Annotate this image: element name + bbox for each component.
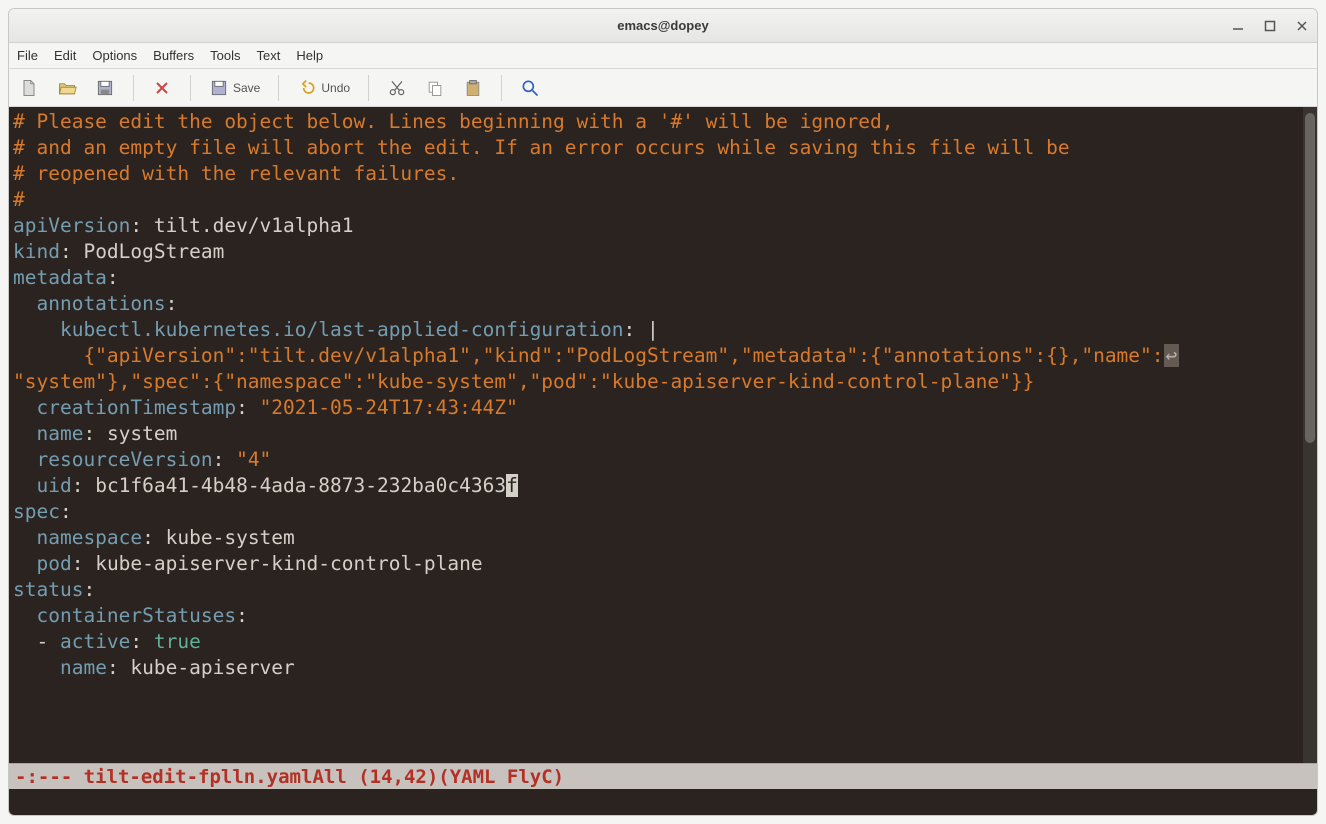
save-button[interactable]: Save: [209, 78, 260, 98]
yaml-pipe: |: [647, 318, 659, 341]
yaml-value: kube-apiserver-kind-control-plane: [95, 552, 482, 575]
yaml-key: apiVersion: [13, 214, 130, 237]
new-file-button[interactable]: [19, 78, 39, 98]
minibuffer[interactable]: [9, 789, 1317, 815]
yaml-bool: true: [154, 630, 201, 653]
yaml-key: name: [36, 422, 83, 445]
save-file-icon-button[interactable]: [95, 78, 115, 98]
menu-help[interactable]: Help: [296, 48, 323, 63]
editor-buffer[interactable]: # Please edit the object below. Lines be…: [9, 107, 1303, 763]
yaml-key: name: [60, 656, 107, 679]
minimize-icon[interactable]: [1231, 19, 1245, 33]
yaml-value: system: [107, 422, 177, 445]
menu-text[interactable]: Text: [256, 48, 280, 63]
comment-line: # Please edit the object below. Lines be…: [13, 110, 894, 133]
open-file-button[interactable]: [57, 78, 77, 98]
toolbar-separator: [278, 75, 279, 101]
undo-button[interactable]: Undo: [297, 78, 350, 98]
yaml-value: kube-system: [166, 526, 295, 549]
undo-label: Undo: [321, 81, 350, 95]
modeline[interactable]: -:--- tilt-edit-fplln.yaml All (14,42) (…: [9, 763, 1317, 789]
yaml-key: status: [13, 578, 83, 601]
copy-button[interactable]: [425, 78, 445, 98]
cancel-button[interactable]: [152, 78, 172, 98]
menu-file[interactable]: File: [17, 48, 38, 63]
yaml-key: metadata: [13, 266, 107, 289]
yaml-key: creationTimestamp: [36, 396, 236, 419]
modeline-status: -:---: [15, 766, 72, 788]
modeline-mode: (YAML FlyC): [438, 766, 564, 788]
menu-options[interactable]: Options: [92, 48, 137, 63]
toolbar-separator: [501, 75, 502, 101]
menu-edit[interactable]: Edit: [54, 48, 76, 63]
yaml-value: "2021-05-24T17:43:44Z": [260, 396, 518, 419]
yaml-key: uid: [36, 474, 71, 497]
yaml-key: kubectl.kubernetes.io/last-applied-confi…: [60, 318, 624, 341]
search-button[interactable]: [520, 78, 540, 98]
menu-tools[interactable]: Tools: [210, 48, 240, 63]
toolbar-separator: [368, 75, 369, 101]
json-string: "system"},"spec":{"namespace":"kube-syst…: [13, 370, 1034, 393]
titlebar[interactable]: emacs@dopey: [9, 9, 1317, 43]
yaml-key: resourceVersion: [36, 448, 212, 471]
yaml-key: spec: [13, 500, 60, 523]
comment-line: #: [13, 188, 25, 211]
toolbar-separator: [133, 75, 134, 101]
yaml-key: annotations: [36, 292, 165, 315]
editor-area: # Please edit the object below. Lines be…: [9, 107, 1317, 763]
json-string: {"apiVersion":"tilt.dev/v1alpha1","kind"…: [13, 344, 1164, 367]
text-cursor: f: [506, 474, 518, 497]
yaml-key: kind: [13, 240, 60, 263]
modeline-filename: tilt-edit-fplln.yaml: [84, 766, 313, 788]
yaml-key: active: [60, 630, 130, 653]
close-icon[interactable]: [1295, 19, 1309, 33]
window-controls: [1231, 9, 1309, 43]
maximize-icon[interactable]: [1263, 19, 1277, 33]
toolbar: Save Undo: [9, 69, 1317, 107]
comment-line: # and an empty file will abort the edit.…: [13, 136, 1070, 159]
yaml-key: containerStatuses: [36, 604, 236, 627]
toolbar-separator: [190, 75, 191, 101]
yaml-value: bc1f6a41-4b48-4ada-8873-232ba0c4363: [95, 474, 506, 497]
yaml-value: kube-apiserver: [130, 656, 294, 679]
wrap-indicator-icon: ↩: [1164, 344, 1180, 367]
yaml-key: pod: [36, 552, 71, 575]
menu-buffers[interactable]: Buffers: [153, 48, 194, 63]
save-label: Save: [233, 81, 260, 95]
yaml-key: namespace: [36, 526, 142, 549]
yaml-value: "4": [236, 448, 271, 471]
modeline-position: All (14,42): [312, 766, 438, 788]
emacs-window: emacs@dopey File Edit Options Buffers To…: [8, 8, 1318, 816]
paste-button[interactable]: [463, 78, 483, 98]
menubar: File Edit Options Buffers Tools Text Hel…: [9, 43, 1317, 69]
window-title: emacs@dopey: [617, 18, 708, 33]
scrollbar[interactable]: [1303, 107, 1317, 763]
yaml-value: tilt.dev/v1alpha1: [154, 214, 354, 237]
yaml-value: PodLogStream: [83, 240, 224, 263]
cut-button[interactable]: [387, 78, 407, 98]
scrollbar-thumb[interactable]: [1305, 113, 1315, 443]
comment-line: # reopened with the relevant failures.: [13, 162, 459, 185]
